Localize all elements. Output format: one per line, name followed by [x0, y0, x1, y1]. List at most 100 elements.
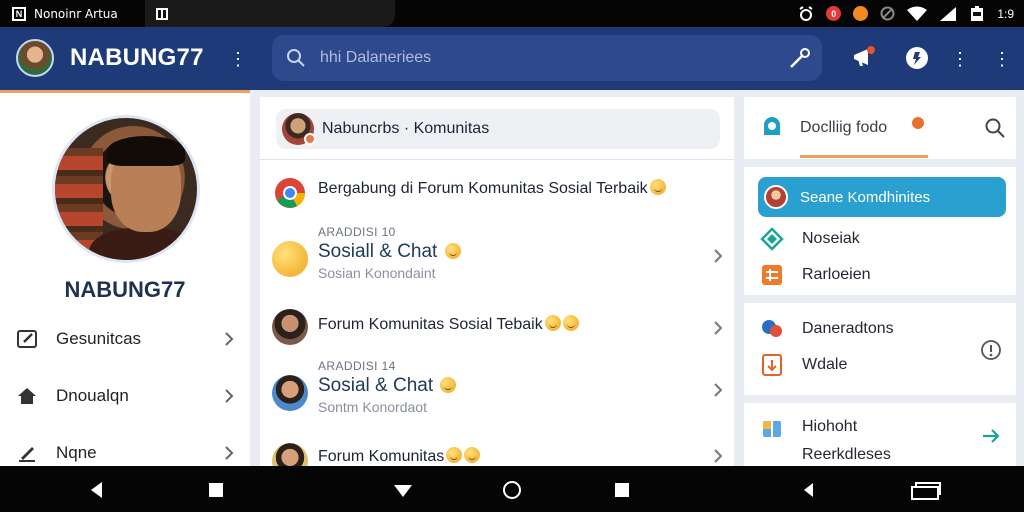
app-bar: NABUNG77 ⋮ hhi Dalaneriees ⋮ ⋮	[0, 27, 1024, 90]
profile-shortcut-icon[interactable]	[903, 44, 931, 72]
right-tab-card: Doclliig fodo	[744, 97, 1016, 159]
tab-underline	[800, 155, 928, 158]
edit-icon	[17, 330, 37, 348]
profile-shirt	[89, 228, 197, 260]
status-left: N Nonoinr Artua	[0, 0, 118, 27]
app-title: NABUNG77	[70, 44, 204, 71]
right-item-label: Rarloeien	[802, 266, 871, 283]
nav-arrow-icon[interactable]	[392, 479, 414, 501]
right-item-rarloeien[interactable]: Rarloeien	[760, 259, 1006, 291]
sidebar-item-gesunitcas[interactable]: Gesunitcas	[0, 319, 250, 359]
profile-sidebar: NABUNG77 Gesunitcas Dnoualqn Nqne	[0, 90, 250, 466]
right-item-label: Wdale	[802, 356, 848, 373]
user-avatar	[272, 443, 308, 466]
community-feed: Nabuncrbs · Komunitas Bergabung di Forum…	[260, 97, 734, 466]
right-item-label: Daneradtons	[802, 320, 894, 337]
chat-bubbles-icon	[762, 320, 782, 337]
avatar-icon	[764, 185, 788, 209]
arrow-right-icon[interactable]	[980, 425, 1002, 447]
location-pin-icon	[764, 117, 780, 135]
smiley-emoji-icon	[649, 179, 666, 195]
document-icon	[762, 354, 782, 376]
smiley-emoji-icon	[446, 447, 463, 463]
right-item-label: Noseiak	[802, 230, 860, 247]
profile-name: NABUNG77	[64, 277, 186, 302]
chevron-right-icon	[225, 332, 234, 346]
sidebar-item-dnoualqn[interactable]: Dnoualqn	[0, 376, 250, 416]
feed-title: Forum Komunitas Sosial Tebaik	[318, 315, 579, 334]
chevron-right-icon	[225, 389, 234, 403]
app-notification-icon: N	[12, 6, 26, 21]
recents-square-icon[interactable]	[205, 479, 227, 501]
status-right: 0 1:9	[798, 0, 1014, 27]
feed-title: Forum Komunitas	[318, 447, 481, 466]
back-icon[interactable]	[86, 479, 108, 501]
gift-icon	[763, 421, 781, 437]
search-bar[interactable]: hhi Dalaneriees	[272, 35, 822, 81]
overflow-menu-icon[interactable]: ⋮	[992, 47, 1012, 71]
megaphone-icon[interactable]	[850, 44, 878, 72]
feed-row[interactable]: Forum Komunitas Sosial Tebaik	[260, 303, 734, 351]
square-icon[interactable]	[611, 479, 633, 501]
notification-red-icon: 0	[826, 6, 842, 21]
battery-icon	[971, 5, 984, 21]
search-icon[interactable]	[984, 117, 1006, 139]
feed-row[interactable]: Forum Komunitas	[260, 437, 734, 466]
smiley-emoji-icon	[562, 315, 579, 331]
app-menu-kebab-icon[interactable]: ⋮	[228, 47, 248, 71]
tab-doclliig[interactable]: Doclliig fodo	[744, 97, 1016, 159]
right-section-discussions: Daneradtons Wdale	[744, 303, 1016, 395]
feed-title: Sosial & Chat	[318, 375, 457, 397]
alarm-icon	[799, 5, 813, 21]
smiley-emoji-icon	[464, 447, 481, 463]
feed-row[interactable]: Bergabung di Forum Komunitas Sosial Terb…	[260, 173, 734, 217]
right-section-communities: Seane Komdhinites Noseiak Rarloeien	[744, 167, 1016, 295]
compose-box[interactable]: Nabuncrbs · Komunitas	[276, 109, 720, 149]
right-item-daneradtons[interactable]: Daneradtons	[760, 313, 1006, 345]
smiley-emoji-icon	[444, 243, 461, 259]
smiley-emoji-icon	[440, 377, 457, 393]
smiley-emoji-icon	[544, 315, 561, 331]
feed-kicker: ARADDISI 10	[318, 225, 396, 239]
status-tab-strip	[145, 0, 395, 27]
image-notification-icon	[156, 7, 168, 20]
signal-icon	[940, 6, 957, 21]
feed-divider	[260, 159, 734, 160]
home-circle-icon[interactable]	[501, 479, 523, 501]
emoji-avatar	[272, 241, 308, 277]
multi-window-icon[interactable]	[910, 479, 942, 501]
user-avatar	[272, 309, 308, 345]
magic-wand-icon[interactable]	[788, 46, 812, 70]
back-small-icon[interactable]	[798, 479, 820, 501]
sidebar-item-label: Gesunitcas	[56, 329, 142, 348]
feed-kicker: ARADDISI 14	[318, 359, 396, 373]
profile-photo[interactable]	[52, 115, 200, 263]
chevron-right-icon	[714, 249, 723, 263]
app-avatar[interactable]	[16, 39, 54, 77]
right-section-highlights: Hiohoht Reerkdleses	[744, 403, 1016, 466]
right-panel: Doclliig fodo Seane Komdhinites Noseiak …	[744, 97, 1016, 466]
right-item-noseiak[interactable]: Noseiak	[760, 223, 1006, 255]
right-item-label: Reerkdleses	[802, 446, 891, 463]
pen-icon	[19, 447, 35, 462]
info-icon[interactable]	[980, 339, 1002, 361]
status-app-title: Nonoinr Artua	[34, 6, 118, 21]
chevron-right-icon	[714, 449, 723, 463]
tab-label: Doclliig fodo	[800, 119, 888, 136]
blocked-icon	[880, 6, 895, 21]
right-item-wdale[interactable]: Wdale	[760, 349, 1006, 381]
compose-text: Nabuncrbs · Komunitas	[322, 120, 490, 137]
more-options-icon[interactable]: ⋮	[950, 47, 970, 71]
search-placeholder: hhi Dalaneriees	[320, 49, 432, 66]
feed-row[interactable]: ARADDISI 10 Sosiall & Chat Sosian Konond…	[260, 221, 734, 287]
chevron-right-icon	[714, 321, 723, 335]
right-item-selected[interactable]: Seane Komdhinites	[758, 177, 1006, 217]
chrome-icon	[275, 178, 305, 208]
chevron-right-icon	[225, 446, 234, 460]
notification-orange-icon	[853, 6, 869, 21]
feed-row[interactable]: ARADDISI 14 Sosial & Chat Sontm Konordao…	[260, 355, 734, 421]
feed-subtitle: Sontm Konordaot	[318, 399, 427, 415]
feed-subtitle: Sosian Konondaint	[318, 265, 436, 281]
sidebar-item-label: Nqne	[56, 443, 97, 462]
diamond-icon	[760, 227, 784, 251]
